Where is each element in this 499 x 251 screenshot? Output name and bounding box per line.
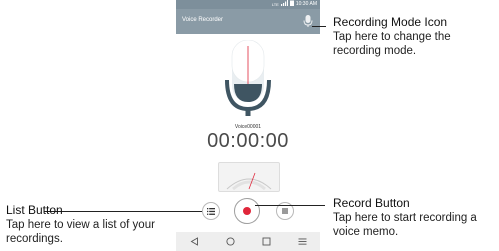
level-meter [218, 162, 280, 192]
menu-button[interactable] [295, 235, 309, 249]
home-circle-icon [225, 237, 235, 246]
status-icons: LTE 10:30 AM [272, 0, 317, 9]
recording-mode-leader [312, 26, 326, 27]
record-button[interactable] [234, 198, 260, 224]
level-meter-dial [226, 172, 272, 191]
home-button[interactable] [223, 235, 237, 249]
back-button[interactable] [187, 235, 201, 249]
microphone-visual [224, 39, 272, 116]
navigation-bar [176, 232, 320, 251]
list-leader [44, 211, 202, 212]
list-button[interactable] [202, 202, 220, 220]
list-icon [207, 207, 215, 215]
menu-lines-icon [298, 238, 306, 245]
record-leader [255, 205, 325, 206]
status-time: 10:30 AM [295, 1, 317, 7]
record-annotation-title: Record Button [333, 196, 410, 210]
list-annotation-desc: Tap here to view a list of your recordin… [6, 219, 155, 245]
recents-button[interactable] [259, 235, 273, 249]
recording-mode-annotation-title: Recording Mode Icon [333, 15, 448, 29]
app-title: Voice Recorder [182, 17, 224, 23]
status-bar: LTE 10:30 AM [176, 0, 320, 9]
stop-square-icon [282, 208, 288, 214]
back-triangle-icon [190, 237, 198, 246]
record-annotation-desc: Tap here to start recording a voice memo… [333, 212, 477, 238]
list-annotation-title: List Button [6, 203, 63, 217]
recents-square-icon [262, 237, 270, 246]
large-microphone-icon [225, 39, 271, 116]
recording-timer: 00:00:00 [207, 130, 289, 152]
phone-screen: LTE 10:30 AM Voice Recorder Voice00001 0… [176, 0, 320, 251]
recording-mode-annotation-desc: Tap here to change the recording mode. [333, 31, 451, 57]
record-dot-icon [243, 207, 251, 215]
network-label: LTE [271, 2, 279, 7]
app-bar: Voice Recorder [176, 9, 320, 34]
